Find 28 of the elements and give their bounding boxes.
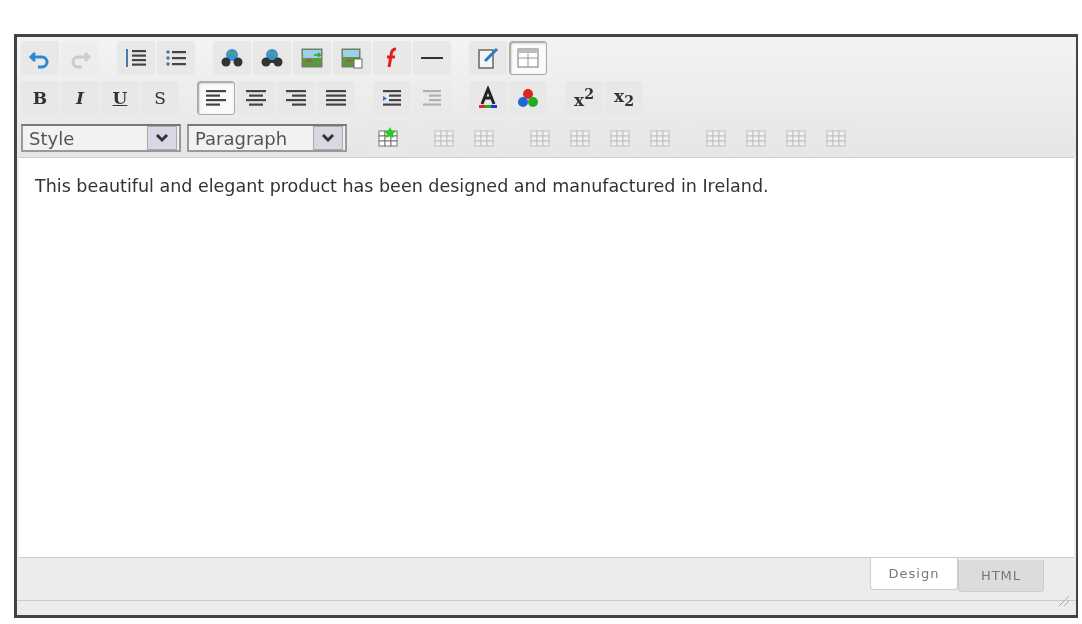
flash-button[interactable]	[373, 41, 411, 75]
editor-text: This beautiful and elegant product has been designed and manufactured in Ireland.	[35, 176, 770, 196]
image-page-button[interactable]	[333, 41, 371, 75]
dropdown-value: Paragraph	[195, 127, 288, 149]
mode-tab[interactable]: Design	[870, 558, 958, 590]
picture-icon	[299, 46, 325, 70]
dropdown[interactable]: Paragraph	[187, 124, 347, 152]
table-grid-button[interactable]	[509, 41, 547, 75]
color-circles-icon	[515, 86, 541, 110]
dropdown[interactable]: Style	[21, 124, 181, 152]
resize-grip-icon[interactable]	[1056, 593, 1070, 607]
caret-icon	[313, 126, 343, 150]
numbered-list-icon	[123, 46, 149, 70]
align-left-button[interactable]	[197, 81, 235, 115]
numbered-list-button[interactable]	[117, 41, 155, 75]
document-pencil-icon	[475, 46, 501, 70]
undo-button[interactable]	[21, 41, 59, 75]
bullet-list-button[interactable]	[157, 41, 195, 75]
document-pen-button[interactable]	[469, 41, 507, 75]
picture-page-icon	[339, 46, 365, 70]
table-plus-icon	[375, 126, 401, 150]
unlink-button[interactable]	[253, 41, 291, 75]
table-grid-icon	[515, 46, 541, 70]
dropdown-value: Style	[29, 127, 75, 149]
link-button[interactable]	[213, 41, 251, 75]
caret-icon	[147, 126, 177, 150]
rule-button[interactable]	[413, 41, 451, 75]
horizontal-line-icon	[421, 57, 443, 59]
